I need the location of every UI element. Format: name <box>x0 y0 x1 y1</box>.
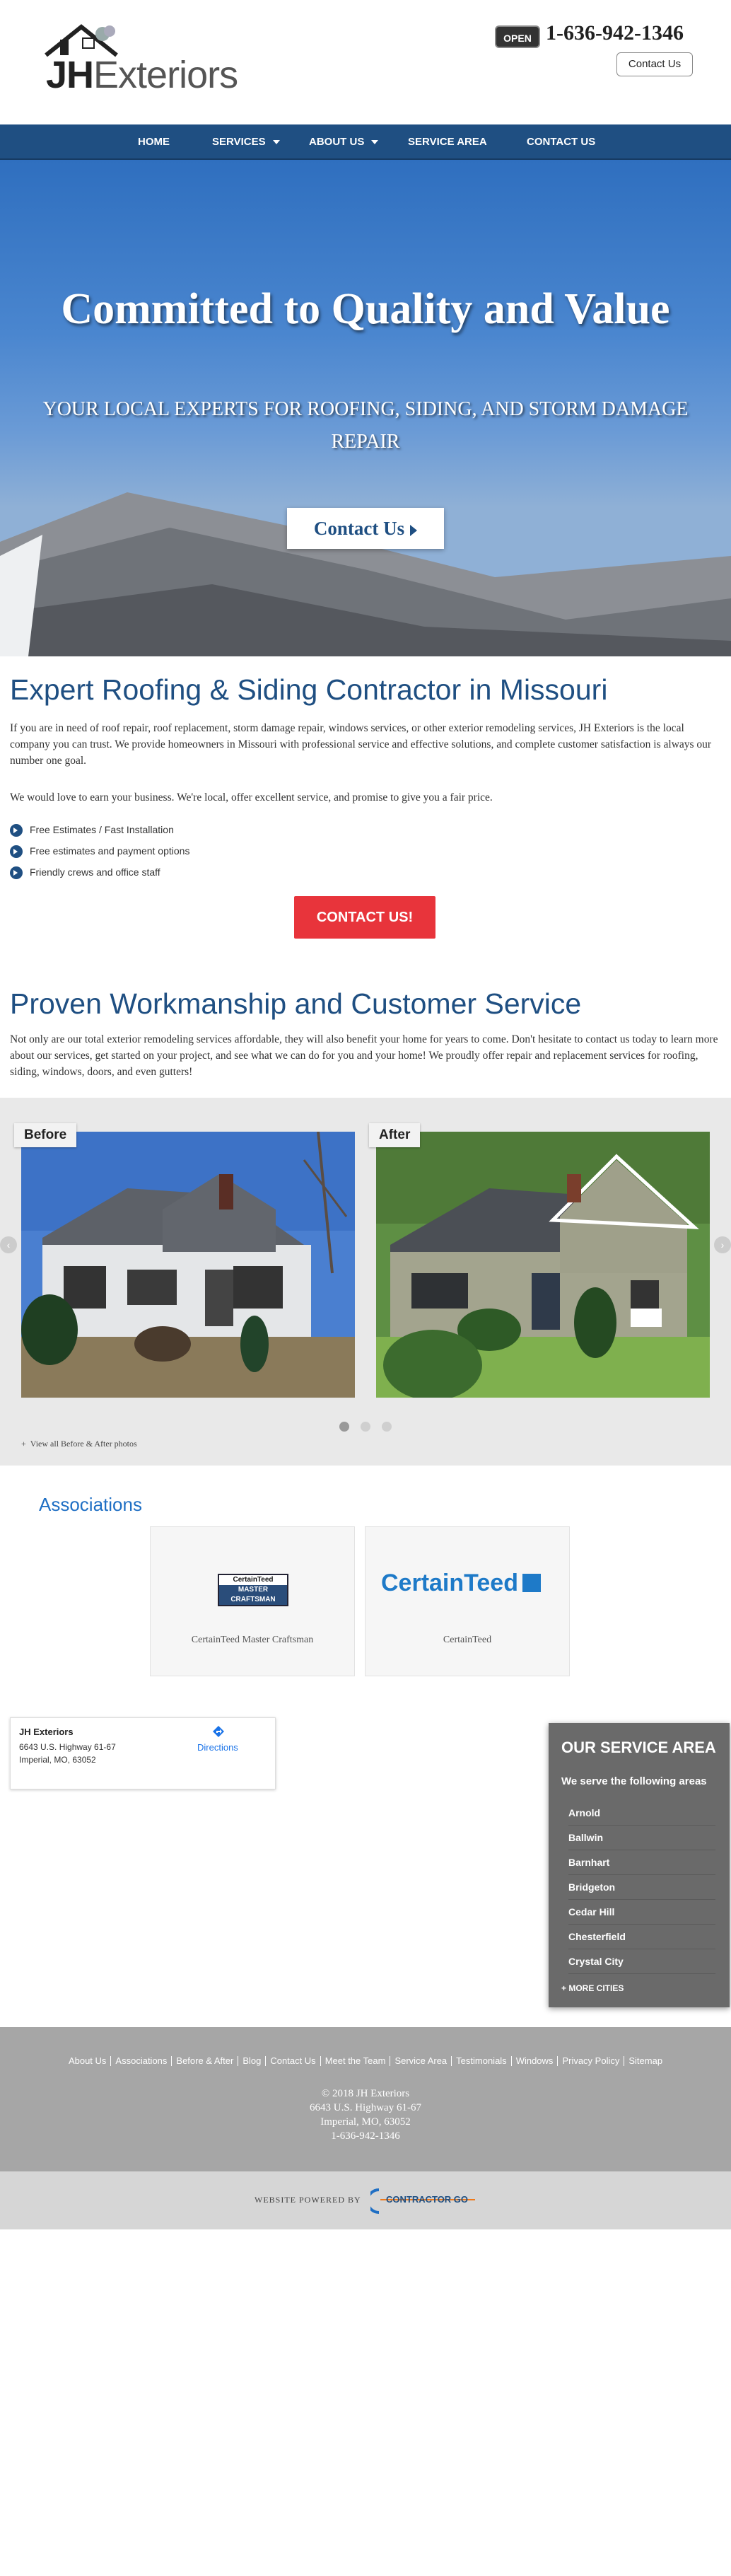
association-caption: CertainTeed <box>443 1635 492 1645</box>
footer-link-blog[interactable]: Blog <box>238 2056 267 2066</box>
after-label: After <box>369 1123 421 1147</box>
service-city-link[interactable]: Ballwin <box>568 1826 715 1850</box>
after-photo <box>376 1132 710 1398</box>
nav-contact-us[interactable]: CONTACT US <box>527 124 595 160</box>
logo-wordmark: JHExteriors <box>46 54 238 96</box>
association-card[interactable]: CertainTeed CertainTeed <box>365 1526 570 1676</box>
slide-dot-1[interactable] <box>339 1422 349 1432</box>
footer-link-contact-us[interactable]: Contact Us <box>266 2056 321 2066</box>
chevron-down-icon <box>371 140 379 145</box>
nav-service-area[interactable]: SERVICE AREA <box>408 124 487 160</box>
circle-arrow-icon <box>10 824 23 837</box>
prev-arrow-icon[interactable]: ‹ <box>0 1236 17 1253</box>
footer-link-service-area[interactable]: Service Area <box>390 2056 452 2066</box>
service-city-link[interactable]: Cedar Hill <box>568 1900 715 1925</box>
service-area-title: OUR SERVICE AREA <box>561 1739 716 1756</box>
site-header: JHExteriors OPEN 1-636-942-1346 Contact … <box>0 0 731 124</box>
open-status-badge: OPEN <box>495 25 540 48</box>
footer-link-meet-the-team[interactable]: Meet the Team <box>321 2056 391 2066</box>
address-line-2: Imperial, MO, 63052 <box>19 1755 96 1765</box>
footer-link-associations[interactable]: Associations <box>111 2056 172 2066</box>
intro-paragraph-1: If you are in need of roof repair, roof … <box>10 722 712 767</box>
hero-banner: Committed to Quality and Value YOUR LOCA… <box>0 160 731 656</box>
powered-by-bar: WEBSITE POWERED BY CONTRACTOR GO <box>0 2171 731 2229</box>
before-after-gallery: ‹ › Before After + View all Before & Aft… <box>0 1098 731 1466</box>
slide-dot-2[interactable] <box>361 1422 370 1432</box>
list-item: Friendly crews and office staff <box>10 861 189 883</box>
more-cities-link[interactable]: + MORE CITIES <box>561 1983 624 1993</box>
site-footer: About Us Associations Before & After Blog Co… <box>0 2027 731 2171</box>
next-arrow-icon[interactable]: › <box>714 1236 731 1253</box>
footer-link-testimonials[interactable]: Testimonials <box>452 2056 512 2066</box>
map-info-card: JH Exteriors 6643 U.S. Highway 61-67 Imp… <box>10 1717 276 1789</box>
hero-subtitle: YOUR LOCAL EXPERTS FOR ROOFING, SIDING, … <box>42 398 689 453</box>
features-list: Free Estimates / Fast Installation Free … <box>10 819 189 883</box>
hero-contact-button[interactable]: Contact Us <box>287 508 444 549</box>
association-card[interactable]: CertainTeed MASTER CRAFTSMAN CertainTeed… <box>150 1526 355 1676</box>
before-label: Before <box>14 1123 77 1147</box>
powered-by-text: WEBSITE POWERED BY <box>255 2195 361 2205</box>
circle-arrow-icon <box>10 845 23 859</box>
site-logo[interactable]: JHExteriors <box>39 21 251 99</box>
header-contact-button[interactable]: Contact Us <box>616 52 693 76</box>
chevron-down-icon <box>272 140 280 145</box>
workmanship-heading: Proven Workmanship and Customer Service <box>10 987 582 1020</box>
contact-us-button[interactable]: CONTACT US! <box>294 896 435 939</box>
footer-link-sitemap[interactable]: Sitemap <box>624 2056 667 2066</box>
association-caption: CertainTeed Master Craftsman <box>191 1635 314 1645</box>
circle-arrow-icon <box>10 866 23 880</box>
contractor-go-logo[interactable]: CONTRACTOR GO <box>366 2186 476 2220</box>
service-city-link[interactable]: Bridgeton <box>568 1875 715 1900</box>
service-city-link[interactable]: Arnold <box>568 1801 715 1826</box>
header-phone[interactable]: 1-636-942-1346 <box>546 21 684 45</box>
certainteed-master-craftsman-logo: CertainTeed MASTER CRAFTSMAN <box>218 1574 288 1606</box>
service-area-subtitle: We serve the following areas <box>561 1775 707 1787</box>
workmanship-paragraph: Not only are our total exterior remodeli… <box>10 1033 718 1078</box>
footer-address-2: Imperial, MO, 63052 <box>320 2116 411 2128</box>
play-arrow-icon <box>410 524 418 536</box>
certainteed-mark-icon <box>522 1574 541 1592</box>
service-city-link[interactable]: Crystal City <box>568 1949 715 1974</box>
before-photo <box>21 1132 355 1398</box>
list-item: Free Estimates / Fast Installation <box>10 819 189 840</box>
view-all-link[interactable]: + View all Before & After photos <box>21 1439 137 1449</box>
directions-link[interactable]: Directions <box>197 1742 238 1753</box>
associations-heading: Associations <box>39 1494 142 1515</box>
plus-icon: + <box>21 1439 30 1449</box>
footer-link-before-after[interactable]: Before & After <box>172 2056 239 2066</box>
footer-link-privacy-policy[interactable]: Privacy Policy <box>558 2056 625 2066</box>
footer-address-1: 6643 U.S. Highway 61-67 <box>310 2102 421 2113</box>
service-city-link[interactable]: Barnhart <box>568 1850 715 1875</box>
footer-link-about-us[interactable]: About Us <box>64 2056 112 2066</box>
service-city-link[interactable]: Chesterfield <box>568 1925 715 1949</box>
certainteed-logo: CertainTeed <box>381 1570 541 1597</box>
list-item: Free estimates and payment options <box>10 840 189 861</box>
slide-dot-3[interactable] <box>382 1422 392 1432</box>
nav-about-us[interactable]: ABOUT US <box>309 124 379 160</box>
footer-phone[interactable]: 1-636-942-1346 <box>0 2130 731 2142</box>
business-name: JH Exteriors <box>19 1727 74 1737</box>
address-line-1: 6643 U.S. Highway 61-67 <box>19 1742 116 1752</box>
main-nav: HOME SERVICES ABOUT US SERVICE AREA CONT… <box>0 124 731 160</box>
nav-home[interactable]: HOME <box>138 124 170 160</box>
hero-title: Committed to Quality and Value <box>61 285 670 333</box>
service-area-panel: OUR SERVICE AREA We serve the following … <box>549 1723 730 2007</box>
nav-services[interactable]: SERVICES <box>212 124 280 160</box>
footer-link-windows[interactable]: Windows <box>512 2056 559 2066</box>
footer-copyright: © 2018 JH Exteriors <box>321 2088 410 2099</box>
intro-heading: Expert Roofing & Siding Contractor in Mi… <box>10 673 608 706</box>
directions-icon <box>213 1726 224 1737</box>
intro-paragraph-2: We would love to earn your business. We'… <box>10 791 493 803</box>
footer-links: About Us Associations Before & After Blog Co… <box>0 2055 731 2066</box>
